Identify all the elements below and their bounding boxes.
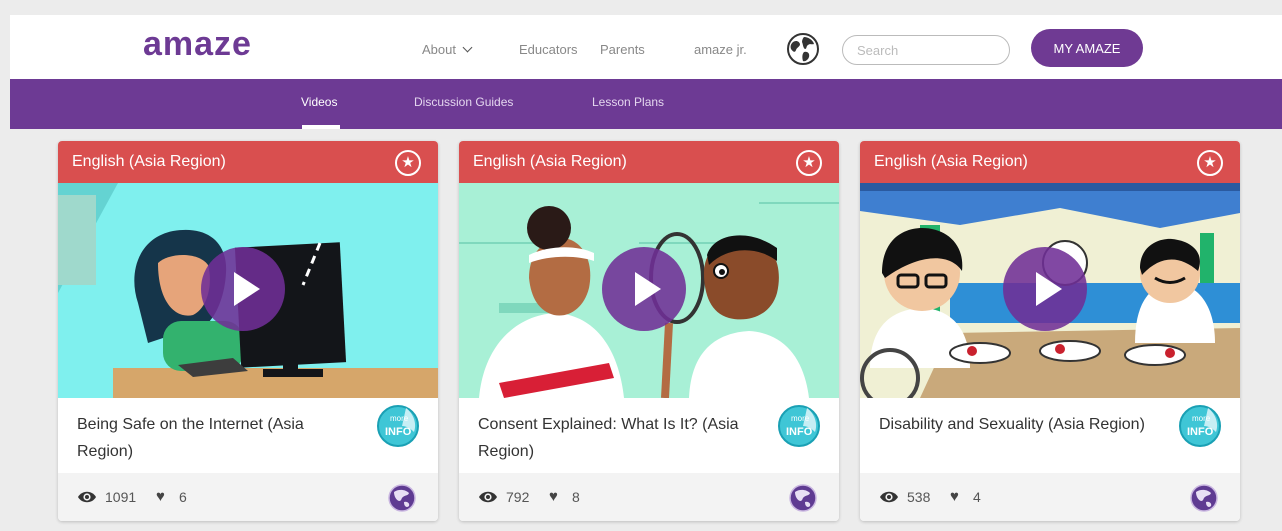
card-language: English (Asia Region): [473, 153, 627, 170]
tab-lesson-plans[interactable]: Lesson Plans: [592, 95, 664, 109]
svg-text:INFO: INFO: [385, 426, 412, 438]
like-count: 8: [572, 489, 580, 505]
card-header: English (Asia Region) ★: [459, 141, 839, 183]
nav-about[interactable]: About: [422, 42, 473, 57]
heart-icon[interactable]: ♥: [156, 488, 165, 505]
asia-globe-icon: [1190, 484, 1218, 512]
play-icon[interactable]: [201, 247, 285, 331]
more-info-badge[interactable]: more INFO: [1178, 404, 1222, 448]
chevron-down-icon: [462, 42, 473, 53]
active-tab-indicator: [302, 125, 340, 129]
view-count: 538: [907, 489, 931, 505]
card-language: English (Asia Region): [874, 153, 1028, 170]
star-icon: ★: [1203, 154, 1217, 171]
nav-parents[interactable]: Parents: [600, 43, 645, 57]
eye-icon: [880, 491, 898, 503]
favorite-button[interactable]: ★: [1197, 150, 1223, 176]
svg-text:INFO: INFO: [786, 426, 813, 438]
star-icon: ★: [802, 154, 816, 171]
svg-text:amaze: amaze: [143, 25, 252, 63]
card-footer: 792 ♥ 8: [459, 473, 839, 521]
view-count: 792: [506, 489, 530, 505]
nav-about-label: About: [422, 42, 456, 57]
tab-videos[interactable]: Videos: [301, 95, 337, 109]
play-icon[interactable]: [1003, 247, 1087, 331]
card-footer: 538 ♥ 4: [860, 473, 1240, 521]
more-info-badge[interactable]: more INFO: [376, 404, 420, 448]
favorite-button[interactable]: ★: [395, 150, 421, 176]
my-amaze-button[interactable]: MY AMAZE: [1031, 29, 1143, 67]
heart-icon[interactable]: ♥: [950, 488, 959, 505]
svg-text:INFO: INFO: [1187, 426, 1214, 438]
search-input[interactable]: [842, 35, 1010, 65]
card-header: English (Asia Region) ★: [58, 141, 438, 183]
svg-text:more: more: [390, 414, 409, 423]
play-icon[interactable]: [602, 247, 686, 331]
nav-educators[interactable]: Educators: [519, 43, 578, 57]
video-title[interactable]: Being Safe on the Internet (Asia Region): [77, 411, 347, 465]
video-title[interactable]: Disability and Sexuality (Asia Region): [879, 411, 1149, 438]
video-thumbnail[interactable]: [860, 183, 1240, 398]
video-thumbnail[interactable]: [58, 183, 438, 398]
tab-discussion-guides[interactable]: Discussion Guides: [414, 95, 513, 109]
asia-globe-icon: [789, 484, 817, 512]
video-card[interactable]: English (Asia Region) ★ Disability and S…: [860, 141, 1240, 521]
video-title[interactable]: Consent Explained: What Is It? (Asia Reg…: [478, 411, 748, 465]
svg-text:more: more: [791, 414, 810, 423]
favorite-button[interactable]: ★: [796, 150, 822, 176]
globe-icon[interactable]: [787, 33, 819, 65]
card-footer: 1091 ♥ 6: [58, 473, 438, 521]
view-count: 1091: [105, 489, 137, 505]
card-header: English (Asia Region) ★: [860, 141, 1240, 183]
video-thumbnail[interactable]: [459, 183, 839, 398]
nav-amaze-jr[interactable]: amaze jr.: [694, 43, 747, 57]
star-icon: ★: [401, 154, 415, 171]
video-card[interactable]: English (Asia Region) ★ Consent Explaine…: [459, 141, 839, 521]
video-card[interactable]: English (Asia Region) ★ Being Safe on th…: [58, 141, 438, 521]
sub-navigation: Videos Discussion Guides Lesson Plans: [10, 79, 1282, 129]
eye-icon: [78, 491, 96, 503]
heart-icon[interactable]: ♥: [549, 488, 558, 505]
card-language: English (Asia Region): [72, 153, 226, 170]
like-count: 4: [973, 489, 981, 505]
site-header: amaze About Educators Parents amaze jr. …: [10, 15, 1282, 79]
more-info-badge[interactable]: more INFO: [777, 404, 821, 448]
eye-icon: [479, 491, 497, 503]
like-count: 6: [179, 489, 187, 505]
svg-text:more: more: [1192, 414, 1211, 423]
amaze-logo[interactable]: amaze: [141, 25, 271, 65]
asia-globe-icon: [388, 484, 416, 512]
